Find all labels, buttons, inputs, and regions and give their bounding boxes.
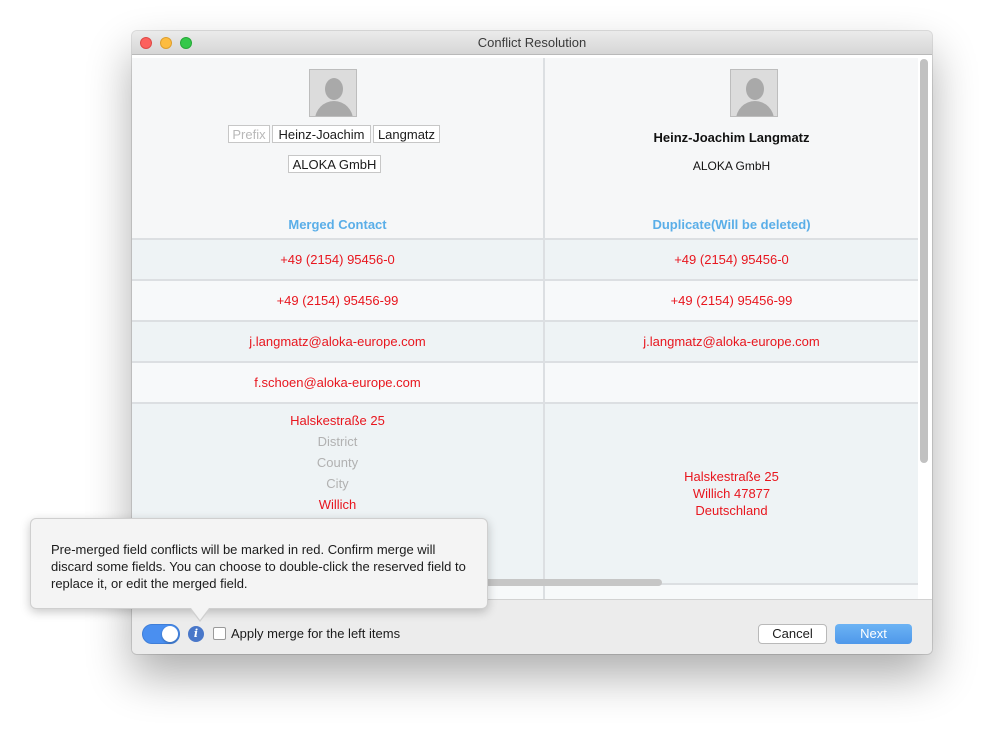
duplicate-phone-1-cell[interactable]: +49 (2154) 95456-0 (545, 240, 918, 279)
duplicate-company: ALOKA GmbH (692, 159, 771, 173)
merged-email-2: f.schoen@aloka-europe.com (254, 375, 421, 390)
merge-mode-toggle[interactable] (142, 624, 180, 644)
duplicate-name: Heinz-Joachim Langmatz (653, 130, 810, 145)
company-field[interactable]: ALOKA GmbH (288, 155, 381, 173)
help-tooltip: Pre-merged field conflicts will be marke… (30, 518, 488, 622)
last-name-field[interactable]: Langmatz (373, 125, 440, 143)
duplicate-label: Duplicate(Will be deleted) (652, 217, 811, 232)
duplicate-email-1: j.langmatz@aloka-europe.com (643, 334, 820, 349)
county-field[interactable]: County (132, 455, 543, 470)
merged-contact-header: Prefix Heinz-Joachim Langmatz ALOKA GmbH… (132, 58, 543, 240)
title-bar: Conflict Resolution (132, 31, 932, 55)
tooltip-arrow (191, 608, 209, 620)
duplicate-phone-2-cell[interactable]: +49 (2154) 95456-99 (545, 281, 918, 320)
district-field[interactable]: District (132, 434, 543, 449)
duplicate-address-line-2: Willich 47877 (692, 486, 771, 501)
prefix-field[interactable]: Prefix (228, 125, 270, 143)
next-row-cell (545, 585, 918, 599)
close-window-button[interactable] (140, 37, 152, 49)
minimize-window-button[interactable] (160, 37, 172, 49)
duplicate-phone-1: +49 (2154) 95456-0 (674, 252, 789, 267)
info-icon[interactable]: i (188, 626, 204, 642)
merged-street[interactable]: Halskestraße 25 (132, 413, 543, 428)
merged-email-1-cell[interactable]: j.langmatz@aloka-europe.com (132, 322, 543, 361)
merged-email-1: j.langmatz@aloka-europe.com (249, 334, 426, 349)
merged-city[interactable]: Willich (132, 497, 543, 512)
city-field[interactable]: City (132, 476, 543, 491)
duplicate-contact-header: Heinz-Joachim Langmatz ALOKA GmbH Duplic… (545, 58, 918, 240)
duplicate-avatar-icon (730, 69, 778, 117)
apply-merge-label[interactable]: Apply merge for the left items (231, 626, 400, 641)
merged-phone-1: +49 (2154) 95456-0 (280, 252, 395, 267)
merged-phone-2-cell[interactable]: +49 (2154) 95456-99 (132, 281, 543, 320)
tooltip-text: Pre-merged field conflicts will be marke… (51, 542, 466, 591)
duplicate-address-line-1: Halskestraße 25 (684, 469, 779, 484)
merged-contact-label: Merged Contact (288, 217, 387, 232)
apply-merge-checkbox[interactable] (213, 627, 226, 640)
merged-avatar-icon[interactable] (309, 69, 357, 117)
window-title: Conflict Resolution (477, 35, 587, 50)
duplicate-phone-2: +49 (2154) 95456-99 (670, 293, 793, 308)
column-separator (543, 58, 545, 599)
duplicate-address-line-3: Deutschland (695, 503, 768, 518)
merged-phone-1-cell[interactable]: +49 (2154) 95456-0 (132, 240, 543, 279)
first-name-field[interactable]: Heinz-Joachim (272, 125, 371, 143)
duplicate-email-1-cell[interactable]: j.langmatz@aloka-europe.com (545, 322, 918, 361)
zoom-window-button[interactable] (180, 37, 192, 49)
next-button[interactable]: Next (835, 624, 912, 644)
merged-phone-2: +49 (2154) 95456-99 (276, 293, 399, 308)
vertical-scrollbar[interactable] (920, 59, 928, 463)
merged-email-2-cell[interactable]: f.schoen@aloka-europe.com (132, 363, 543, 402)
cancel-button[interactable]: Cancel (758, 624, 827, 644)
duplicate-address-cell[interactable]: Halskestraße 25 Willich 47877 Deutschlan… (545, 404, 918, 583)
duplicate-email-2-cell[interactable] (545, 363, 918, 402)
